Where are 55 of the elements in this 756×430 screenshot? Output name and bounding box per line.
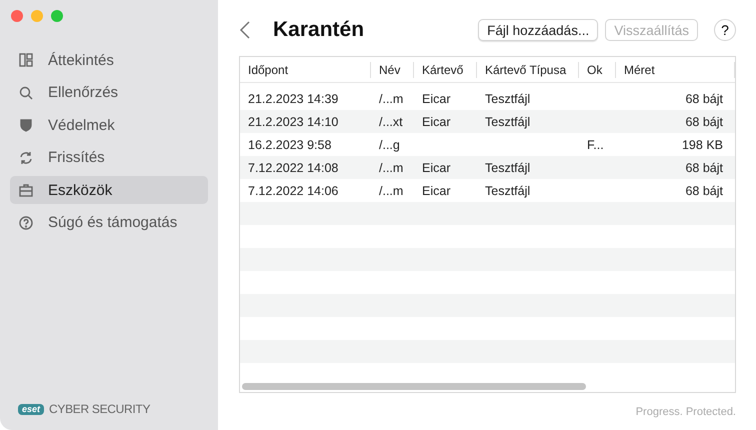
close-button[interactable]	[11, 10, 23, 22]
maximize-button[interactable]	[51, 10, 63, 22]
sidebar-item[interactable]: Súgó és támogatás	[10, 208, 208, 236]
help-button[interactable]: ?	[714, 19, 736, 41]
table-row[interactable]: 7.12.2022 14:08 /...m Eicar Tesztfájl 68 bájt	[240, 156, 735, 179]
product-name: CYBER SECURITY	[49, 402, 150, 416]
scrollbar[interactable]	[242, 383, 586, 390]
table-cell-text: 68 bájt	[684, 160, 724, 174]
table-cell-text: 16.2.2023 9:58	[247, 138, 332, 152]
table-cell-text: Eicar	[421, 184, 452, 198]
table-cell-text: /...m	[378, 184, 404, 198]
table-cell-text: 21.2.2023 14:10	[247, 114, 340, 128]
tagline: Progress. Protected.	[636, 406, 736, 418]
table-cell-text: /...g	[378, 138, 401, 152]
logo: eset	[18, 404, 44, 414]
sidebar-item[interactable]: Áttekintés	[10, 46, 208, 74]
table-row[interactable]: 21.2.2023 14:10 /...xt Eicar Tesztfájl 68 bájt	[240, 110, 735, 133]
dashboard-icon	[18, 52, 34, 68]
table-cell-text: 7.12.2022 14:06	[247, 184, 340, 198]
table-cell-text: 198 KB	[680, 138, 724, 152]
table-cell-text: 68 bájt	[684, 184, 724, 198]
column-header[interactable]: Név	[371, 62, 414, 78]
sidebar-item[interactable]: Eszközök	[10, 176, 208, 204]
column-header[interactable]: Ok	[579, 62, 616, 78]
back-icon[interactable]	[239, 21, 251, 39]
column-header[interactable]: Időpont	[240, 62, 371, 78]
shield-icon	[18, 117, 34, 133]
column-header[interactable]: Kártevő	[414, 62, 477, 78]
minimize-button[interactable]	[31, 10, 43, 22]
sidebar-item[interactable]: Frissítés	[10, 144, 208, 172]
table-cell-text: /...m	[378, 160, 404, 174]
table-cell-text: Eicar	[421, 114, 452, 128]
search-icon	[18, 84, 34, 100]
table-cell-text: 21.2.2023 14:39	[247, 92, 340, 106]
help-icon	[18, 214, 34, 230]
table-cell-text: F...	[586, 138, 605, 152]
toolbox-icon	[18, 182, 34, 198]
table-cell-text: 68 bájt	[684, 114, 724, 128]
table-cell-text: 68 bájt	[684, 92, 724, 106]
refresh-icon	[18, 150, 34, 166]
sidebar-item[interactable]: Ellenőrzés	[10, 78, 208, 106]
window-title: Karantén	[273, 18, 366, 42]
table-cell-text: 7.12.2022 14:08	[247, 160, 340, 174]
table-cell-text: Eicar	[421, 92, 452, 106]
column-header[interactable]: Kártevő Típusa	[477, 62, 579, 78]
table-cell-text: Tesztfájl	[484, 184, 532, 198]
toolbar-button[interactable]: Fájl hozzáadás...	[478, 19, 598, 41]
table-cell-text: /...m	[378, 92, 404, 106]
column-header[interactable]: Méret	[616, 62, 735, 78]
table-cell-text: Tesztfájl	[484, 92, 532, 106]
table-cell-text: Eicar	[421, 160, 452, 174]
sidebar-item[interactable]: Védelmek	[10, 111, 208, 139]
table-cell-text: Tesztfájl	[484, 160, 532, 174]
table-cell-text: /...xt	[378, 114, 404, 128]
table-cell-text: Tesztfájl	[484, 114, 532, 128]
